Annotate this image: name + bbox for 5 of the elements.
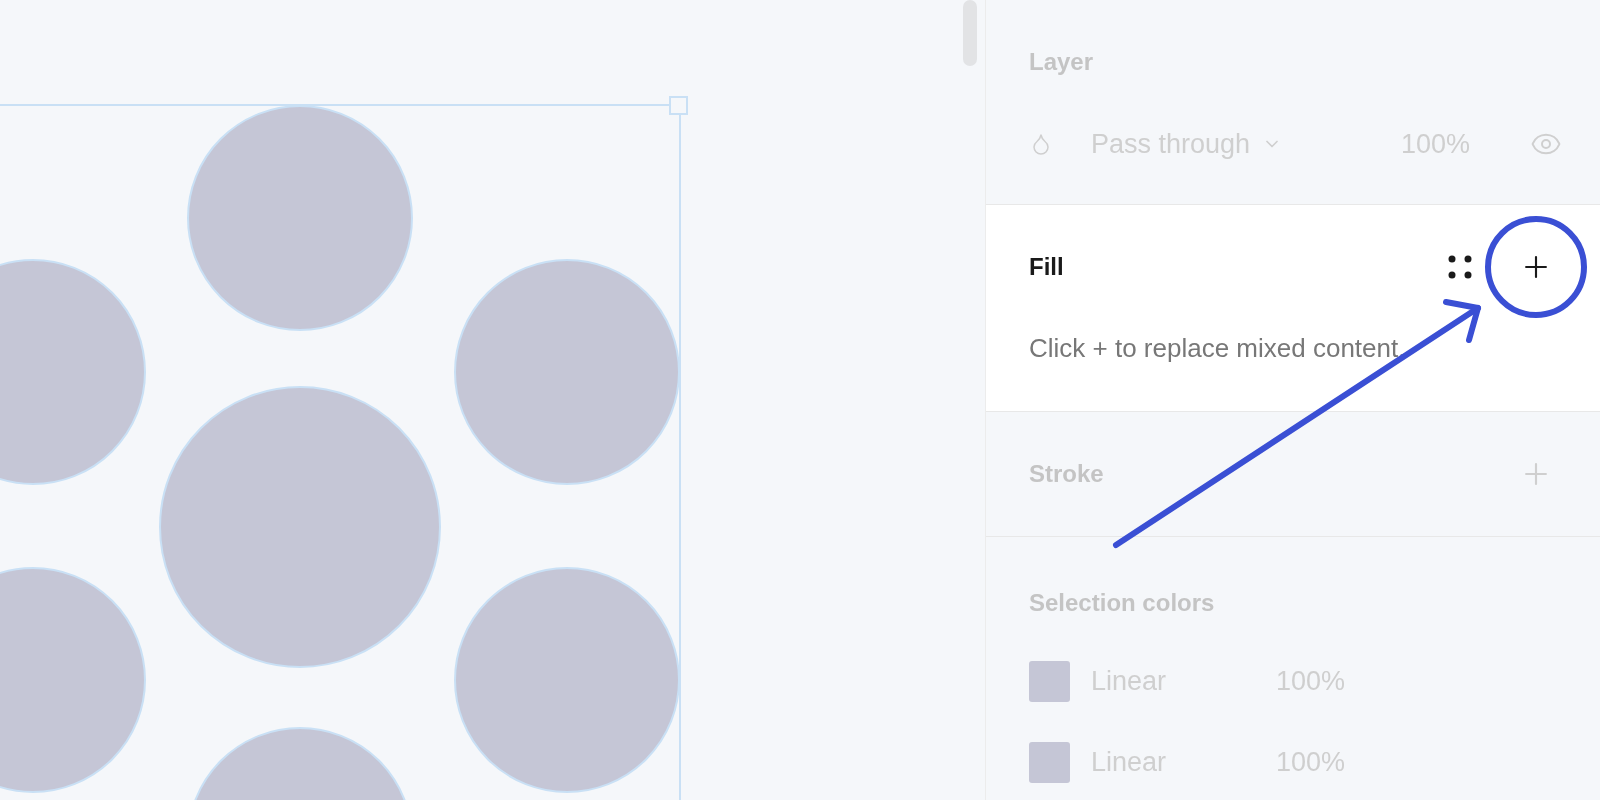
four-dots-icon[interactable] — [1448, 255, 1472, 279]
color-swatch[interactable] — [1029, 661, 1070, 702]
color-swatch[interactable] — [1029, 742, 1070, 783]
fill-message: Click + to replace mixed content. — [1029, 332, 1407, 365]
section-title: Fill — [1029, 252, 1064, 282]
